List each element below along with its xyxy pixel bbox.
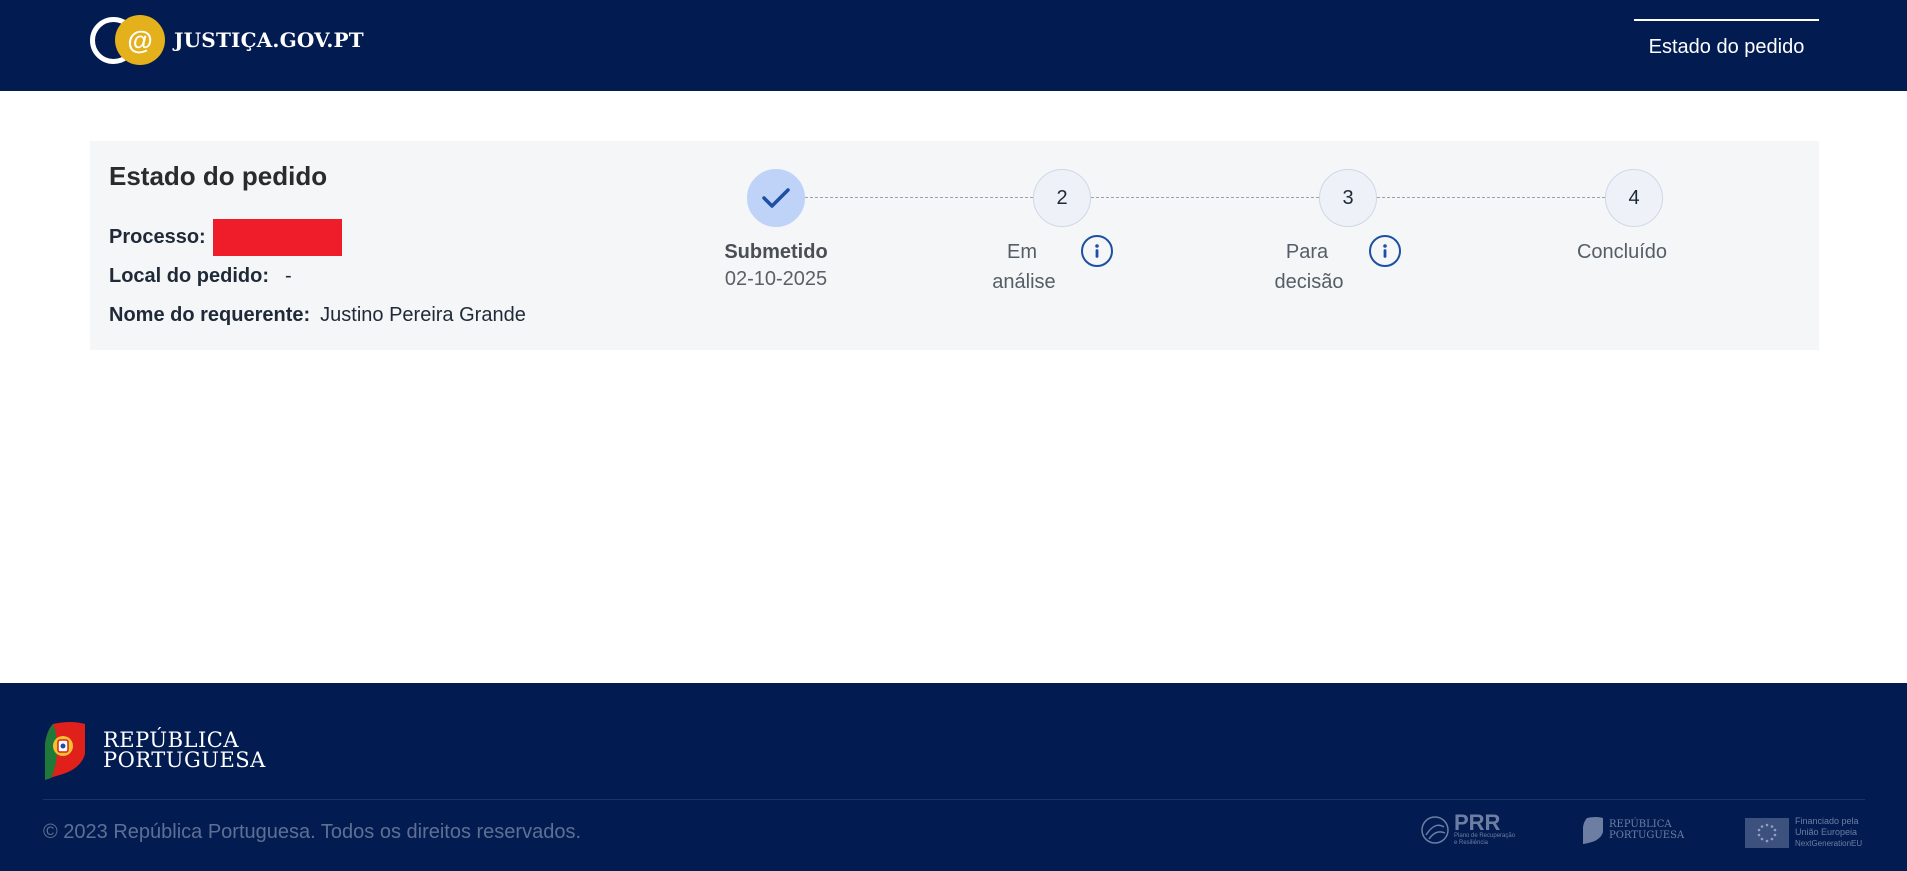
step-4-circle: 4 [1605,169,1663,227]
step-3-label-line2: decisão [1274,271,1344,293]
info-icon[interactable] [1081,235,1113,267]
step-1-label: Submetido [724,241,828,263]
eu-flag-icon [1745,817,1789,848]
nome-row: Nome do requerente: Justino Pereira Gran… [109,304,526,327]
logo-text: JUSTIÇA.GOV.PT [174,28,364,52]
step-connector [805,197,1033,198]
step-connector [1091,197,1319,198]
local-row: Local do pedido: - [109,265,292,288]
eu-funding-logo[interactable]: Financiado pela União Europeia NextGener… [1745,816,1862,849]
footer-divider [43,799,1865,800]
step-2-label-line2: análise [992,271,1056,293]
prr-sub-1: Plano de Recuperação [1454,833,1516,839]
rep-small-line-1: REPÚBLICA [1609,819,1672,830]
prr-main: PRR [1454,810,1501,835]
brand-line-1: REPÚBLICA [103,728,240,752]
eu-line-2: União Europeia [1795,827,1858,837]
republica-portuguesa-small-logo[interactable]: REPÚBLICA PORTUGUESA [1582,816,1684,844]
portugal-flag-emblem-icon [45,722,85,780]
justica-logo[interactable]: @ JUSTIÇA.GOV.PT [88,14,364,66]
processo-redacted [212,219,342,256]
step-2-label-line1: Em [1007,241,1037,263]
rep-small-line-2: PORTUGUESA [1609,830,1685,841]
step-3-circle: 3 [1319,169,1377,227]
step-1-circle [747,169,805,227]
brand-line-2: PORTUGUESA [103,748,266,772]
step-connector [1377,197,1605,198]
prr-emblem-icon [1421,816,1449,844]
tab-estado-do-pedido[interactable]: Estado do pedido [1634,19,1819,67]
step-2-circle: 2 [1033,169,1091,227]
local-value: - [285,265,292,287]
card-title: Estado do pedido [109,161,328,191]
copyright-text: © 2023 República Portuguesa. Todos os di… [43,821,582,843]
step-4-label: Concluído [1576,241,1668,263]
prr-sub-2: e Resiliência [1454,840,1489,846]
site-footer: REPÚBLICA PORTUGUESA © 2023 República Po… [0,683,1907,871]
republica-portuguesa-logo[interactable]: REPÚBLICA PORTUGUESA [43,720,266,780]
info-icon[interactable] [1369,235,1401,267]
at-sign-icon: @ [115,15,165,65]
site-header: @ JUSTIÇA.GOV.PT Estado do pedido [0,0,1907,91]
processo-label: Processo: [109,226,206,248]
portugal-emblem-small-icon [1583,817,1603,844]
local-label: Local do pedido: [109,265,269,287]
eu-line-3: NextGenerationEU [1795,839,1863,848]
nome-value: Justino Pereira Grande [320,304,526,326]
justica-logo-mark: @ [88,14,166,66]
step-1-date: 02-10-2025 [724,268,828,290]
step-3-label-line1: Para [1285,241,1329,263]
processo-row: Processo: [109,219,342,256]
eu-line-1: Financiado pela [1795,816,1859,826]
prr-logo[interactable]: PRR Plano de Recuperação e Resiliência [1420,810,1516,847]
nome-label: Nome do requerente: [109,304,311,326]
check-icon [762,188,790,208]
